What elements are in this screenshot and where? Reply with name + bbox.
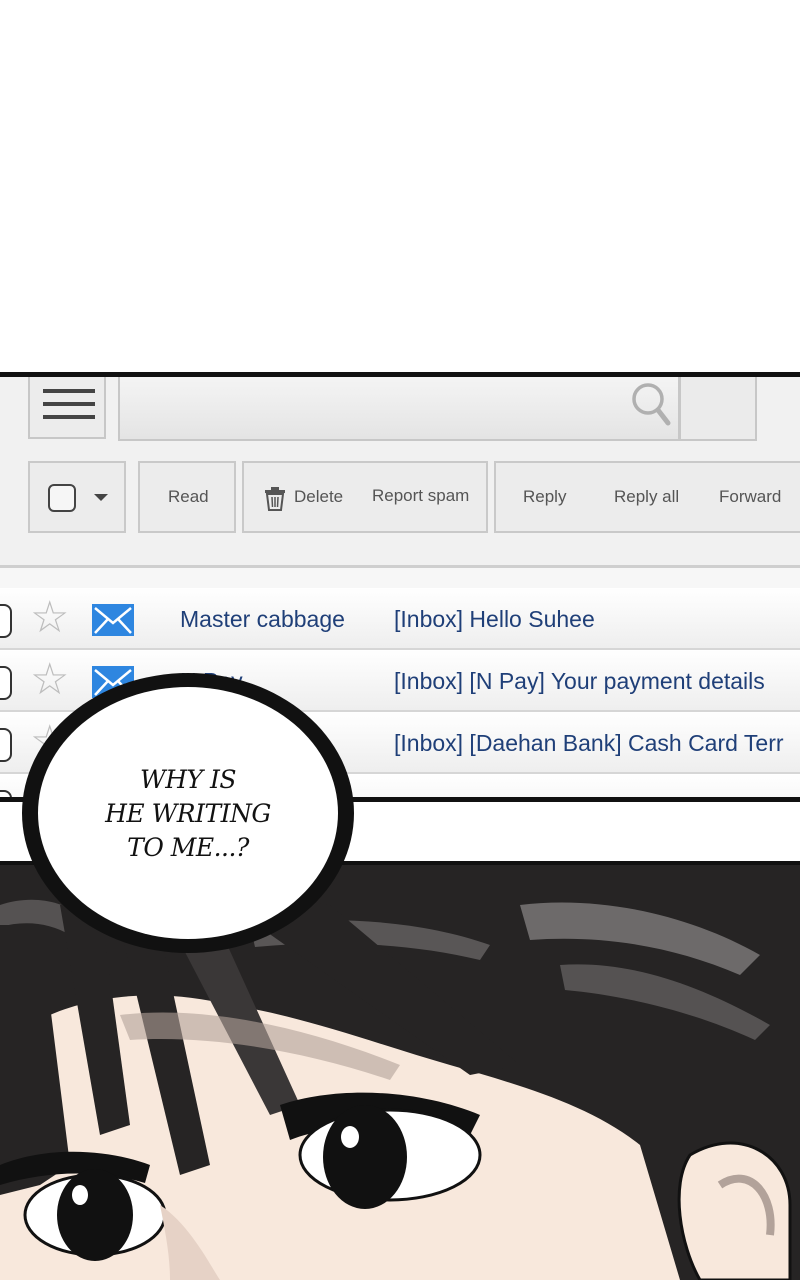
envelope-icon bbox=[92, 604, 134, 636]
search-input[interactable] bbox=[118, 377, 680, 441]
bubble-line: HE WRITING bbox=[105, 799, 271, 828]
search-icon[interactable] bbox=[630, 381, 674, 429]
email-sender: Master cabbage bbox=[180, 606, 345, 632]
forward-button[interactable]: Forward bbox=[719, 487, 781, 507]
delete-button[interactable]: Delete bbox=[294, 487, 343, 507]
email-subject[interactable]: [Inbox] [Daehan Bank] Cash Card Terr bbox=[394, 730, 784, 757]
hamburger-icon bbox=[43, 389, 95, 393]
select-all-checkbox[interactable] bbox=[48, 484, 76, 512]
bubble-line: WHY IS bbox=[140, 765, 236, 794]
select-all-dropdown[interactable] bbox=[28, 461, 126, 533]
caret-down-icon[interactable] bbox=[94, 494, 108, 501]
speech-bubble: WHY IS HE WRITING TO ME...? bbox=[18, 668, 358, 958]
read-button[interactable]: Read bbox=[138, 461, 236, 533]
reply-group: Reply Reply all Forward bbox=[494, 461, 800, 533]
email-subject[interactable]: [Inbox] [N Pay] Your payment details bbox=[394, 668, 765, 695]
email-row[interactable]: ☆ Master cabbage [Inbox] Hello Suhee bbox=[0, 588, 800, 650]
reply-button[interactable]: Reply bbox=[523, 487, 566, 507]
email-subject[interactable]: [Inbox] Hello Suhee bbox=[394, 606, 595, 633]
row-checkbox[interactable] bbox=[0, 790, 12, 797]
menu-button[interactable] bbox=[28, 377, 106, 439]
star-icon[interactable]: ☆ bbox=[30, 596, 69, 640]
delete-spam-group: Delete Report spam bbox=[242, 461, 488, 533]
bubble-line: TO ME...? bbox=[127, 833, 249, 862]
row-checkbox[interactable] bbox=[0, 728, 12, 762]
reply-all-button[interactable]: Reply all bbox=[614, 487, 679, 507]
row-checkbox[interactable] bbox=[0, 666, 12, 700]
search-options-button[interactable] bbox=[679, 377, 757, 441]
bubble-text: WHY IS HE WRITING TO ME...? bbox=[18, 763, 358, 865]
row-checkbox[interactable] bbox=[0, 604, 12, 638]
read-button-label: Read bbox=[168, 487, 209, 506]
trash-icon[interactable] bbox=[264, 487, 286, 511]
report-spam-button[interactable]: Report spam bbox=[372, 486, 469, 506]
